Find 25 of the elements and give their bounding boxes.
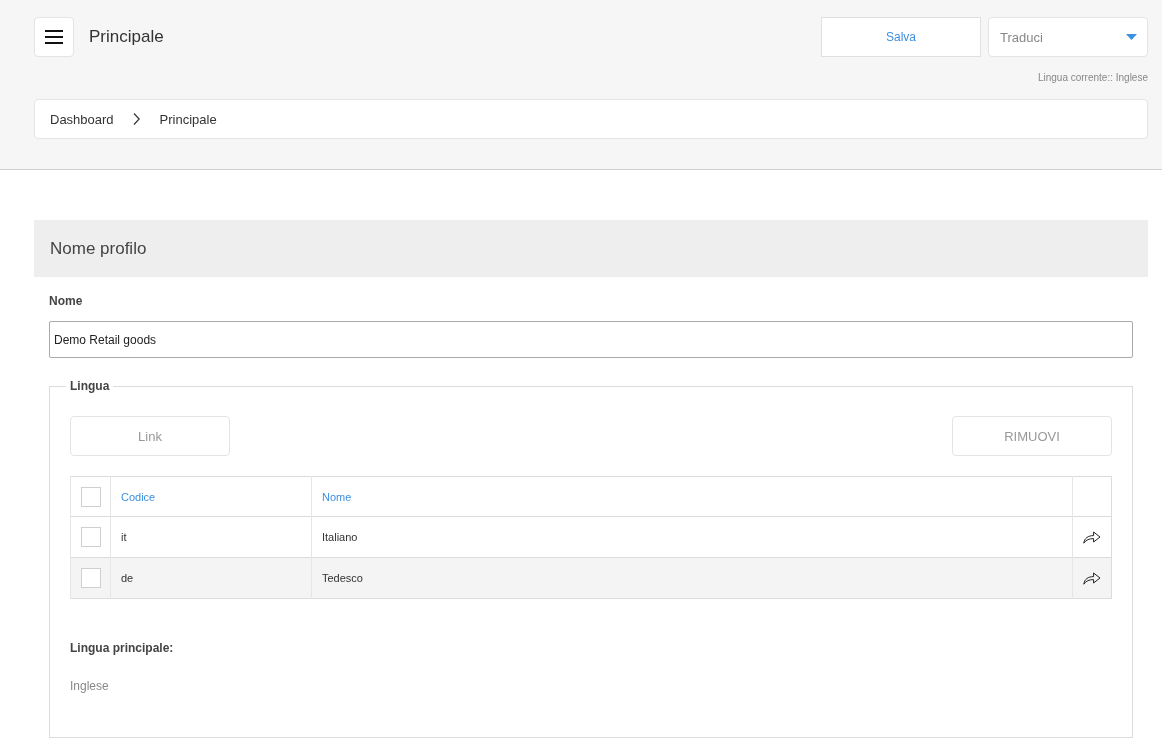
menu-icon [45,30,63,44]
section-title: Nome profilo [50,238,147,259]
breadcrumb-link[interactable]: Dashboard [50,111,114,127]
select-all-checkbox[interactable] [80,486,101,507]
column-header[interactable]: Nome [311,476,1073,517]
page-title: Principale [89,27,164,47]
breadcrumb-link[interactable]: Principale [159,111,217,127]
row-checkbox[interactable] [80,527,101,547]
forward-arrow-icon[interactable] [1083,571,1101,585]
fieldset-legend: Lingua [66,379,114,393]
current-language-text: Lingua corrente:: Inglese [1037,71,1148,85]
table-cell: de [110,557,312,599]
caret-icon [1126,34,1137,40]
name-input[interactable]: Demo Retail goods [49,321,1133,358]
translate-dropdown[interactable]: Traduci [988,17,1148,57]
row-checkbox[interactable] [80,568,101,588]
save-button[interactable]: Salva [821,17,981,57]
field-label: Nome [49,294,84,308]
chevron-right-icon [132,113,140,125]
menu-button[interactable] [34,17,74,57]
table-cell: Tedesco [311,557,1073,599]
column-header[interactable]: Codice [110,476,312,517]
forward-arrow-icon[interactable] [1083,530,1101,544]
main-language-value: Inglese [70,679,110,693]
main-language-label: Lingua principale: [70,641,175,655]
